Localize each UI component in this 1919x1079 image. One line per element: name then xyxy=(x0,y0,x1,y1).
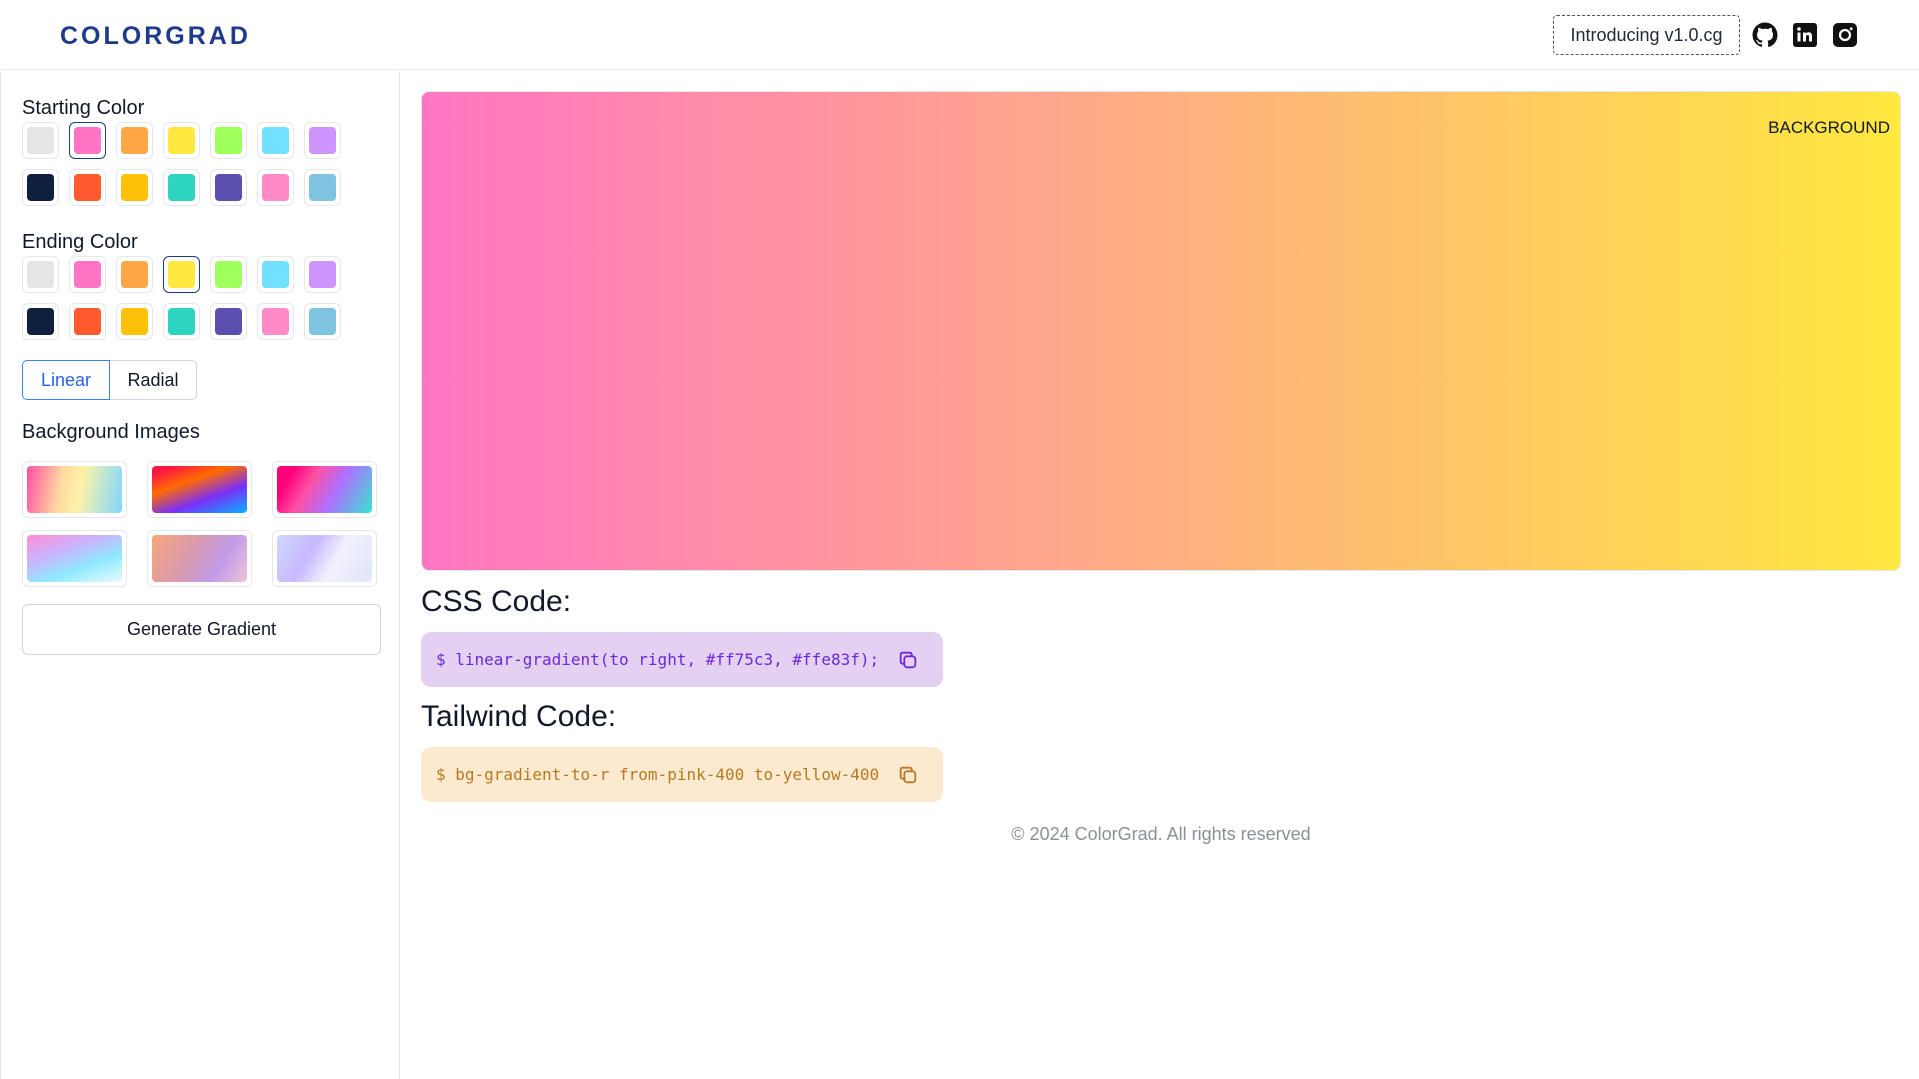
starting-color-swatch[interactable] xyxy=(304,169,341,206)
preview-label: BACKGROUND xyxy=(1768,118,1890,137)
background-image-thumbnail xyxy=(152,535,247,582)
gradient-preview: BACKGROUND xyxy=(421,91,1901,571)
starting-color-swatch[interactable] xyxy=(257,122,294,159)
color-chip xyxy=(309,127,336,154)
starting-color-swatch[interactable] xyxy=(69,122,106,159)
color-chip xyxy=(309,261,336,288)
color-chip xyxy=(168,127,195,154)
color-chip xyxy=(215,308,242,335)
color-chip xyxy=(215,261,242,288)
color-chip xyxy=(27,174,54,201)
ending-color-swatch[interactable] xyxy=(257,256,294,293)
background-image-tile[interactable] xyxy=(147,530,252,587)
color-chip xyxy=(262,127,289,154)
ending-color-swatch[interactable] xyxy=(116,303,153,340)
background-image-tile[interactable] xyxy=(272,530,377,587)
introducing-version-button[interactable]: Introducing v1.0.cg xyxy=(1553,15,1740,55)
color-chip xyxy=(262,261,289,288)
color-chip xyxy=(74,174,101,201)
linear-button[interactable]: Linear xyxy=(22,360,110,400)
color-chip xyxy=(121,261,148,288)
color-chip xyxy=(74,308,101,335)
sidebar: Starting Color Ending Color Linear Radia… xyxy=(0,71,400,1079)
ending-color-palette xyxy=(22,256,362,340)
color-chip xyxy=(121,127,148,154)
tailwind-code-box: $ bg-gradient-to-r from-pink-400 to-yell… xyxy=(421,747,943,802)
background-images-grid xyxy=(22,461,377,587)
background-images-label: Background Images xyxy=(22,421,200,443)
background-image-thumbnail xyxy=(152,466,247,513)
ending-color-swatch[interactable] xyxy=(304,303,341,340)
css-code-box: $ linear-gradient(to right, #ff75c3, #ff… xyxy=(421,632,943,687)
starting-color-palette xyxy=(22,122,362,206)
copy-icon[interactable] xyxy=(897,764,919,786)
color-chip xyxy=(121,174,148,201)
color-chip xyxy=(309,308,336,335)
color-chip xyxy=(168,174,195,201)
generate-gradient-button[interactable]: Generate Gradient xyxy=(22,604,381,655)
starting-color-swatch[interactable] xyxy=(116,122,153,159)
css-code-title: CSS Code: xyxy=(421,585,572,618)
tailwind-code-text[interactable]: $ bg-gradient-to-r from-pink-400 to-yell… xyxy=(436,765,879,784)
ending-color-swatch[interactable] xyxy=(163,256,200,293)
color-chip xyxy=(215,174,242,201)
copy-icon[interactable] xyxy=(897,649,919,671)
background-image-tile[interactable] xyxy=(22,461,127,518)
color-chip xyxy=(27,261,54,288)
ending-color-swatch[interactable] xyxy=(116,256,153,293)
ending-color-swatch[interactable] xyxy=(210,256,247,293)
github-icon[interactable] xyxy=(1752,22,1778,48)
background-image-thumbnail xyxy=(27,466,122,513)
background-image-tile[interactable] xyxy=(272,461,377,518)
color-chip xyxy=(121,308,148,335)
ending-color-swatch[interactable] xyxy=(69,303,106,340)
starting-color-swatch[interactable] xyxy=(304,122,341,159)
background-image-tile[interactable] xyxy=(22,530,127,587)
ending-color-swatch[interactable] xyxy=(163,303,200,340)
background-image-thumbnail xyxy=(27,535,122,582)
starting-color-swatch[interactable] xyxy=(210,122,247,159)
starting-color-swatch[interactable] xyxy=(163,169,200,206)
starting-color-swatch[interactable] xyxy=(257,169,294,206)
color-chip xyxy=(27,127,54,154)
starting-color-swatch[interactable] xyxy=(22,122,59,159)
starting-color-swatch[interactable] xyxy=(210,169,247,206)
ending-color-swatch[interactable] xyxy=(22,303,59,340)
footer-copyright: © 2024 ColorGrad. All rights reserved xyxy=(1011,824,1311,844)
css-code-text[interactable]: $ linear-gradient(to right, #ff75c3, #ff… xyxy=(436,650,879,669)
tailwind-code-title: Tailwind Code: xyxy=(421,700,617,733)
gradient-type-toggle: Linear Radial xyxy=(22,360,197,400)
color-chip xyxy=(74,261,101,288)
ending-color-swatch[interactable] xyxy=(22,256,59,293)
starting-color-swatch[interactable] xyxy=(22,169,59,206)
starting-color-swatch[interactable] xyxy=(163,122,200,159)
color-chip xyxy=(27,308,54,335)
app-logo[interactable]: COLORGRAD xyxy=(60,22,251,51)
background-image-thumbnail xyxy=(277,466,372,513)
background-image-tile[interactable] xyxy=(147,461,252,518)
color-chip xyxy=(262,308,289,335)
instagram-icon[interactable] xyxy=(1832,22,1858,48)
radial-button[interactable]: Radial xyxy=(110,360,197,400)
color-chip xyxy=(262,174,289,201)
starting-color-swatch[interactable] xyxy=(69,169,106,206)
color-chip xyxy=(74,127,101,154)
starting-color-label: Starting Color xyxy=(22,97,145,119)
linkedin-icon[interactable] xyxy=(1792,22,1818,48)
starting-color-swatch[interactable] xyxy=(116,169,153,206)
background-image-thumbnail xyxy=(277,535,372,582)
ending-color-label: Ending Color xyxy=(22,231,138,253)
color-chip xyxy=(168,261,195,288)
color-chip xyxy=(168,308,195,335)
color-chip xyxy=(309,174,336,201)
header: COLORGRAD Introducing v1.0.cg xyxy=(0,0,1919,70)
ending-color-swatch[interactable] xyxy=(304,256,341,293)
ending-color-swatch[interactable] xyxy=(69,256,106,293)
color-chip xyxy=(215,127,242,154)
ending-color-swatch[interactable] xyxy=(210,303,247,340)
ending-color-swatch[interactable] xyxy=(257,303,294,340)
